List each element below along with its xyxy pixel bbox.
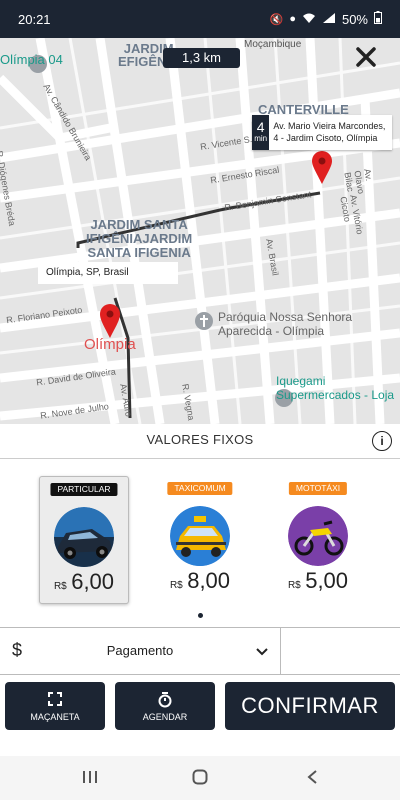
info-icon[interactable]: i [372, 431, 392, 451]
action-bar: MAÇANETA AGENDAR CONFIRMAR [0, 676, 400, 756]
macaneta-button[interactable]: MAÇANETA [5, 682, 105, 730]
map-label-jardim-santa: JARDIM SANTA IFIGÊNIAJARDIM SANTA IFIGEN… [86, 217, 193, 260]
page-indicator-dot [198, 613, 203, 618]
payment-label: Pagamento [106, 643, 174, 658]
map-streets [0, 38, 400, 424]
status-bar: 20:21 🔇 ● 50% [0, 0, 400, 38]
option-taxicomum[interactable]: TAXICOMUM R$ 8,00 [156, 476, 244, 602]
agendar-button[interactable]: AGENDAR [115, 682, 215, 730]
map-label-olimpia-city: Olímpia [84, 336, 136, 353]
status-time: 20:21 [18, 11, 51, 27]
eta-box: 4 min [252, 115, 270, 150]
chevron-down-icon [256, 644, 268, 662]
eta-unit: min [254, 134, 268, 143]
confirm-label: CONFIRMAR [241, 693, 379, 718]
option-value: 6,00 [71, 569, 115, 594]
eta-minutes: 4 [256, 119, 265, 135]
agendar-label: AGENDAR [142, 712, 188, 722]
location-icon: ● [289, 13, 296, 25]
destination-address: Av. Mario Vieira Marcondes, 4 - Jardim C… [273, 121, 386, 143]
system-nav-bar [0, 756, 400, 800]
battery-icon [374, 11, 382, 27]
map-label-olimpia04: Olímpia 04 [0, 52, 63, 67]
macaneta-label: MAÇANETA [30, 712, 80, 722]
status-icons: 🔇 ● 50% [270, 11, 382, 27]
origin-card[interactable]: Olímpia, SP, Brasil [38, 262, 178, 284]
home-icon[interactable] [192, 769, 208, 790]
option-currency: R$ [53, 581, 67, 592]
map-label-mocambique: Moçambique [244, 39, 302, 50]
option-currency: R$ [287, 580, 301, 591]
payment-dropdown[interactable]: $ Pagamento [0, 628, 281, 674]
distance-badge: 1,3 km [163, 48, 240, 68]
option-mototaxi[interactable]: MOTOTÁXI R$ 5,00 [274, 476, 362, 602]
route-map[interactable]: Olímpia 04 JARDIM EFIGÊNIA Moçambique CA… [0, 38, 400, 424]
ride-options: PARTICULAR R$ 6,00 TAXICOMUM R$ 8,00 MOT… [0, 458, 400, 626]
option-currency: R$ [169, 580, 183, 591]
option-value: 8,00 [187, 568, 231, 593]
wifi-icon [302, 12, 316, 27]
recent-apps-icon[interactable] [82, 770, 98, 789]
option-badge: PARTICULAR [50, 483, 118, 496]
fixed-values-header: VALORES FIXOS i [0, 424, 400, 459]
signal-icon [322, 12, 336, 27]
battery-level: 50% [341, 11, 368, 27]
option-price: R$ 5,00 [274, 568, 362, 594]
option-particular[interactable]: PARTICULAR R$ 6,00 [39, 476, 129, 604]
car-icon [54, 507, 114, 567]
payment-selector: $ Pagamento [0, 627, 400, 675]
dollar-icon: $ [12, 640, 23, 660]
close-icon [356, 47, 376, 67]
expand-icon [48, 692, 62, 711]
map-label-iquegami: Iquegami Supermercados - Loja [276, 374, 395, 402]
motorcycle-icon [288, 506, 348, 566]
confirm-button[interactable]: CONFIRMAR [225, 682, 395, 730]
option-price: R$ 6,00 [40, 569, 128, 595]
option-value: 5,00 [305, 568, 349, 593]
origin-pin-icon [100, 304, 120, 338]
map-label-paroquia: Paróquia Nossa Senhora Aparecida - Olímp… [218, 310, 353, 338]
back-icon[interactable] [306, 769, 318, 790]
option-price: R$ 8,00 [156, 568, 244, 594]
close-button[interactable] [355, 46, 377, 68]
taxi-icon [170, 506, 230, 566]
mute-icon: 🔇 [269, 13, 284, 26]
option-badge: MOTOTÁXI [288, 482, 348, 495]
destination-eta-card[interactable]: 4 min Av. Mario Vieira Marcondes, 4 - Ja… [252, 115, 392, 150]
timer-icon [158, 692, 172, 713]
section-title: VALORES FIXOS [146, 432, 254, 447]
option-badge: TAXICOMUM [167, 482, 233, 495]
